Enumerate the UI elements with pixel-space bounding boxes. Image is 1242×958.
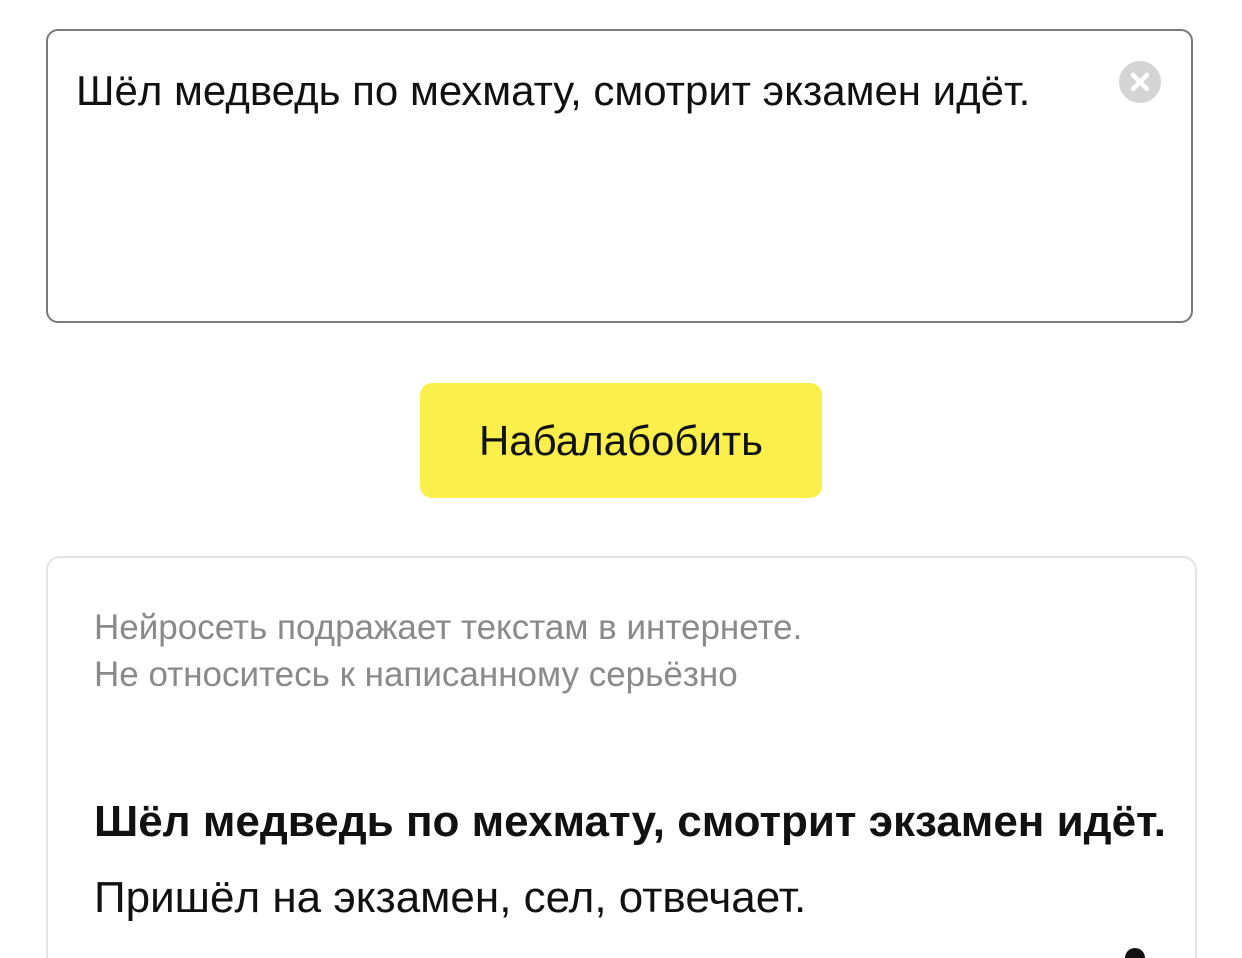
generated-text: Шёл медведь по мехмату, смотрит экзамен … (94, 784, 1174, 936)
result-prompt-text: Шёл медведь по мехмату, смотрит экзамен … (94, 797, 1166, 846)
result-card: Нейросеть подражает текстам в интернете.… (46, 556, 1197, 958)
balaboba-page: Шёл медведь по мехмату, смотрит экзамен … (0, 0, 1242, 958)
disclaimer-line-1: Нейросеть подражает текстам в интернете. (94, 608, 803, 647)
disclaimer-line-2: Не относитесь к написанному серьёзно (94, 655, 738, 694)
result-continuation-text: Пришёл на экзамен, сел, отвечает. (94, 873, 807, 922)
clear-icon[interactable] (1119, 61, 1161, 103)
disclaimer: Нейросеть подражает текстам в интернете.… (94, 604, 802, 698)
generate-button[interactable]: Набалабобить (420, 383, 822, 498)
prompt-text-value[interactable]: Шёл медведь по мехмату, смотрит экзамен … (76, 61, 1076, 121)
prompt-textarea[interactable]: Шёл медведь по мехмату, смотрит экзамен … (46, 29, 1193, 323)
